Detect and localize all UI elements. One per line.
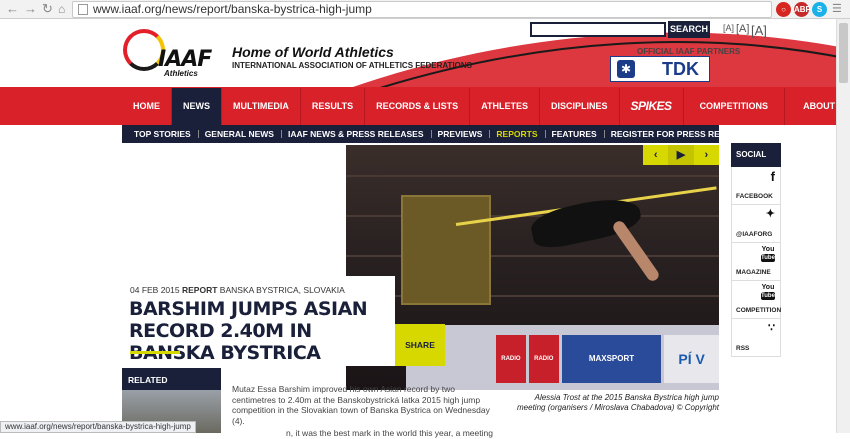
article-headline: BARSHIM JUMPS ASIAN RECORD 2.40M IN BANS… [129,298,368,364]
social-youtube-competition[interactable]: You Tube COMPETITION [731,281,781,319]
status-bar-url: www.iaaf.org/news/report/banska-bystrica… [0,421,196,433]
youtube-icon: You Tube [761,284,775,300]
ad-board: MAXSPORT [561,335,662,383]
stand-tier [346,175,719,177]
gallery-play-icon[interactable]: ▶ [668,145,694,165]
social-facebook[interactable]: f FACEBOOK [731,167,781,205]
search-button[interactable]: SEARCH [668,21,710,38]
text-size-medium-button[interactable]: [A] [736,23,749,35]
article-type: REPORT [182,285,218,295]
nav-athletes[interactable]: ATHLETES [470,88,541,125]
related-heading: RELATED [128,375,168,385]
text-size-large-button[interactable]: [A] [751,23,767,38]
social-twitter[interactable]: ✦ @IAAFORG [731,205,781,243]
ad-boards: RADIO ONE RETRO RADIO ONE ROCK MAXSPORT … [496,335,719,383]
text-size-small-button[interactable]: [A] [723,23,734,33]
address-bar-url: www.iaaf.org/news/report/banska-bystrica… [93,2,372,16]
ad-board: RADIO ONE RETRO [496,335,526,383]
nav-home[interactable]: HOME [122,88,172,125]
skype-icon[interactable]: S [812,2,827,17]
gallery-prev-icon[interactable]: ‹ [643,145,668,165]
subnav-reports[interactable]: REPORTS [489,125,544,143]
youtube-tube: Tube [761,254,775,262]
youtube-glyph: You [761,284,775,291]
social-label: COMPETITION [736,307,782,314]
nav-multimedia[interactable]: MULTIMEDIA [222,88,301,125]
social-label: MAGAZINE [736,269,771,276]
nav-disciplines[interactable]: DISCIPLINES [540,88,620,125]
partners-label: OFFICIAL IAAF PARTNERS [637,47,741,56]
gallery-controls: ‹ ▶ › [643,145,719,165]
photo-caption: Alessia Trost at the 2015 Banska Bystric… [517,393,719,412]
rss-icon: ∵ [768,322,775,334]
subnav-register-press[interactable]: REGISTER FOR PRESS RELEASES [603,125,761,143]
subnav-top-stories[interactable]: TOP STORIES [127,125,198,143]
back-arrow-icon[interactable]: ← [6,2,19,16]
youtube-glyph: You [761,246,775,253]
headline-underline [130,351,180,354]
home-icon[interactable]: ⌂ [58,2,65,16]
youtube-tube: Tube [761,292,775,300]
article-location: BANSKA BYSTRICA, SLOVAKIA [219,285,345,295]
social-panel: SOCIAL f FACEBOOK ✦ @IAAFORG You Tube MAG… [731,143,781,357]
share-button[interactable]: SHARE [395,324,445,366]
subnav-previews[interactable]: PREVIEWS [430,125,490,143]
social-label: @IAAFORG [736,231,773,238]
adblock-icon[interactable]: ABP [794,2,811,17]
news-sub-nav: TOP STORIES GENERAL NEWS IAAF NEWS & PRE… [122,125,754,143]
social-rss[interactable]: ∵ RSS [731,319,781,357]
social-label: FACEBOOK [736,193,773,200]
nav-news[interactable]: NEWS [172,88,222,125]
arena-banner [401,195,491,305]
youtube-icon: You Tube [761,246,775,262]
subnav-general-news[interactable]: GENERAL NEWS [197,125,281,143]
forward-arrow-icon[interactable]: → [24,2,37,16]
org-name: INTERNATIONAL ASSOCIATION OF ATHLETICS F… [232,61,472,70]
twitter-icon: ✦ [765,208,775,220]
site-header: IAAF Athletics Home of World Athletics I… [0,19,850,88]
article-body: Mutaz Essa Barshim improved his own Asia… [232,384,490,426]
page-scrollbar[interactable] [836,19,850,433]
gallery-next-icon[interactable]: › [694,145,719,165]
social-youtube-magazine[interactable]: You Tube MAGAZINE [731,243,781,281]
scrollbar-thumb[interactable] [839,23,848,83]
nav-spikes[interactable]: SPIKES [620,88,684,125]
menu-icon[interactable]: ☰ [832,2,842,16]
article-body-continued: n, it was the best mark in the world thi… [286,428,493,438]
browser-toolbar: ← → ↻ ⌂ www.iaaf.org/news/report/banska-… [0,0,850,19]
tdk-emblem-icon: ✱ [617,60,635,78]
nav-competitions[interactable]: COMPETITIONS [684,88,786,125]
main-nav: HOME NEWS MULTIMEDIA RESULTS RECORDS & L… [122,88,850,125]
extension-stop-icon[interactable]: ○ [776,2,791,17]
ad-board: PÍ V [664,335,719,383]
address-bar[interactable]: www.iaaf.org/news/report/banska-bystrica… [72,1,772,18]
article-meta: 04 FEB 2015 REPORT BANSKA BYSTRICA, SLOV… [130,285,345,295]
site-tagline: Home of World Athletics [232,44,394,60]
social-heading: SOCIAL [731,143,781,167]
ad-board: RADIO ONE ROCK [528,335,559,383]
article-date: 04 FEB 2015 [130,285,180,295]
page-icon [78,4,88,15]
nav-records-lists[interactable]: RECORDS & LISTS [365,88,471,125]
facebook-icon: f [770,169,775,184]
iaaf-logo-subtitle: Athletics [164,69,198,78]
social-label: RSS [736,345,750,352]
subnav-iaaf-news-press[interactable]: IAAF NEWS & PRESS RELEASES [280,125,431,143]
reload-icon[interactable]: ↻ [42,2,53,16]
subnav-features[interactable]: FEATURES [544,125,604,143]
search-input[interactable] [530,22,666,37]
nav-results[interactable]: RESULTS [301,88,366,125]
